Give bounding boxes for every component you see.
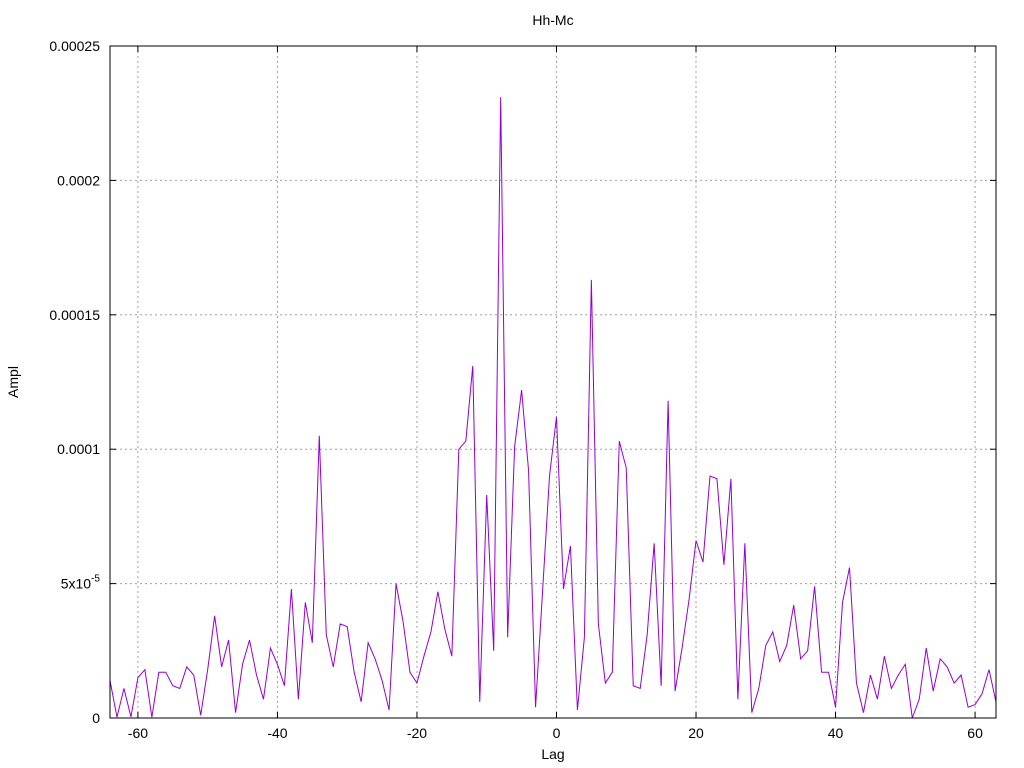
y-tick-label: 0.00025 (49, 38, 100, 54)
tick-labels: -60 -40 -20 0 20 40 60 0 5x10-5 0.0001 0.00015 0.00… (49, 38, 983, 741)
y-tick-label-base: 0.0002 (57, 172, 100, 188)
y-axis-title: Ampl (5, 366, 21, 398)
y-tick-label: 0.00015 (49, 307, 100, 323)
line-chart: -60 -40 -20 0 20 40 60 0 5x10-5 0.0001 0.00015 0.00… (5, 12, 997, 762)
x-axis-title: Lag (541, 746, 564, 762)
plot-frame (109, 45, 997, 719)
x-tick-label: 40 (828, 725, 844, 741)
y-tick-label-base: 0.00025 (49, 38, 100, 54)
ticks (110, 45, 996, 719)
y-tick-label: 5x10-5 (61, 574, 101, 592)
series-line (109, 97, 997, 719)
y-tick-label: 0.0002 (57, 172, 100, 188)
y-tick-label: 0.0001 (57, 441, 100, 457)
grid (110, 46, 996, 718)
x-tick-label: -20 (407, 725, 427, 741)
series-layer (109, 97, 997, 719)
y-tick-label-base: 0.00015 (49, 307, 100, 323)
y-tick-label: 0 (92, 710, 100, 726)
y-tick-label-base: 0 (92, 710, 100, 726)
chart-title: Hh-Mc (532, 12, 573, 28)
y-tick-label-exponent: -5 (91, 574, 100, 585)
y-tick-label-base: 0.0001 (57, 441, 100, 457)
x-tick-label: 20 (688, 725, 704, 741)
y-tick-label-base: 5x10 (61, 576, 92, 592)
x-tick-label: -40 (267, 725, 287, 741)
x-tick-label: 60 (967, 725, 983, 741)
x-tick-label: 0 (553, 725, 561, 741)
x-tick-label: -60 (128, 725, 148, 741)
